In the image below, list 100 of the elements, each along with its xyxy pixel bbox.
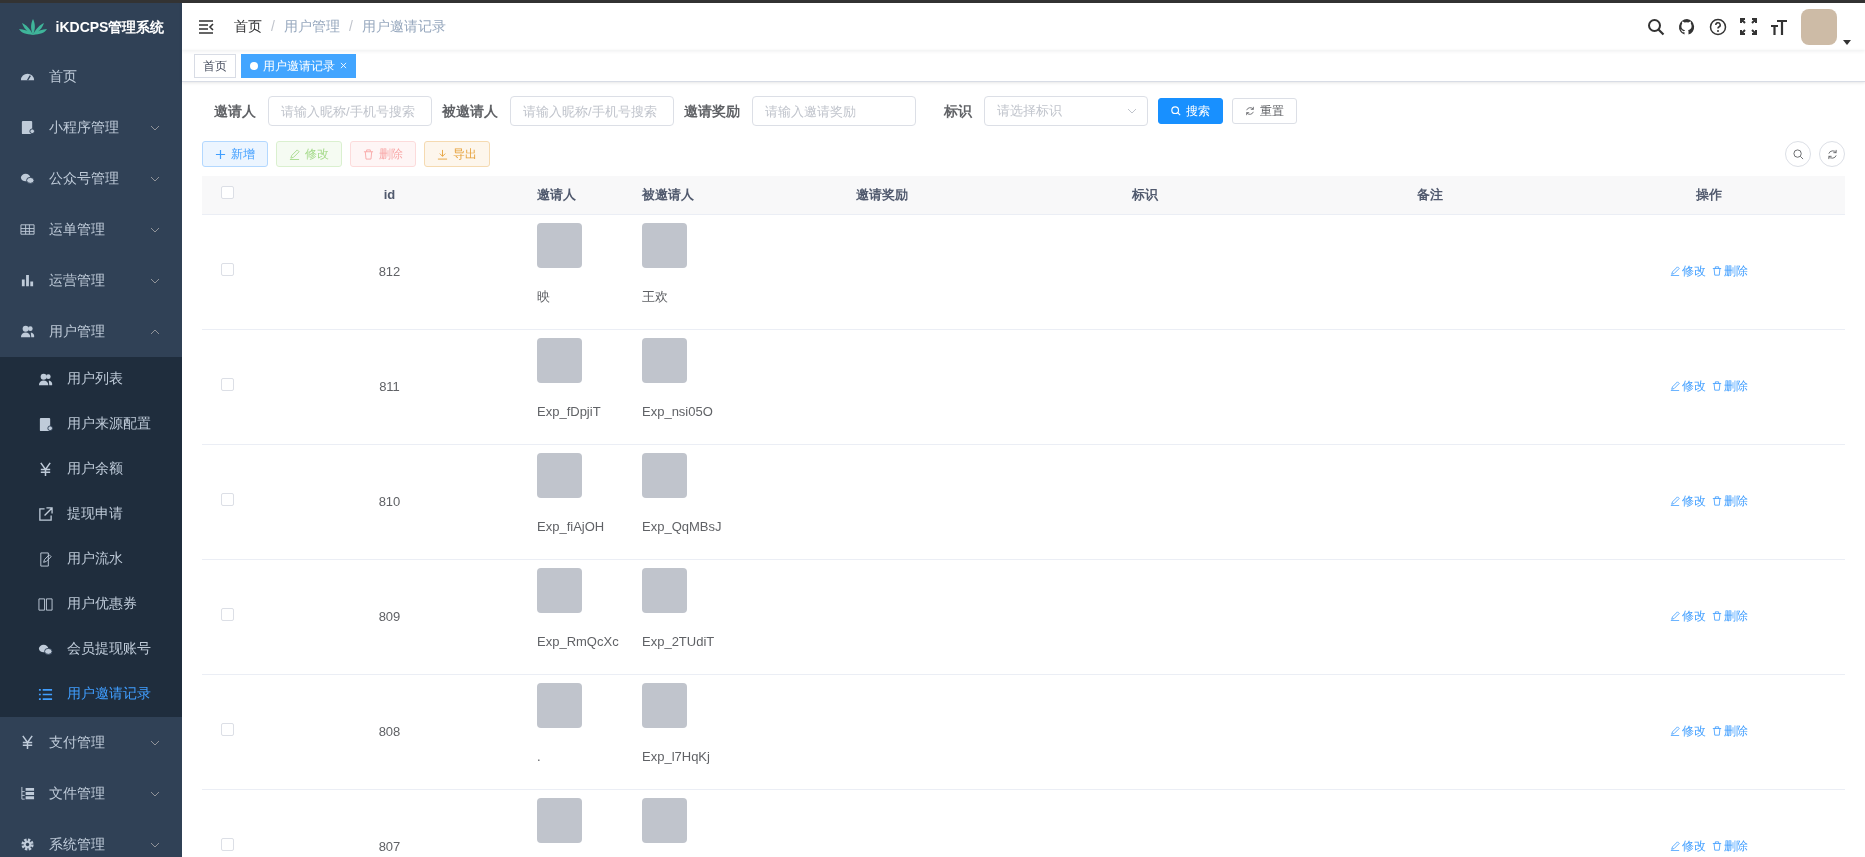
checkbox[interactable] — [220, 722, 234, 736]
menu-item[interactable]: 小程序管理 — [0, 102, 182, 153]
input-field[interactable]: 请输入邀请奖励 — [752, 96, 916, 126]
close-icon[interactable] — [340, 62, 347, 69]
menu-icon[interactable] — [198, 19, 214, 34]
search-icon — [1792, 148, 1804, 160]
reset-button[interactable]: 重置 — [1232, 98, 1297, 124]
users-icon — [20, 324, 35, 339]
edit-link[interactable]: 修改 — [1669, 836, 1706, 855]
search-button[interactable] — [1785, 141, 1811, 167]
menu-item[interactable]: 运营管理 — [0, 255, 182, 306]
edit-link[interactable]: 修改 — [1669, 721, 1706, 740]
breadcrumb-item: 用户邀请记录 — [361, 17, 446, 36]
tab[interactable]: 用户邀请记录 — [241, 53, 356, 78]
submenu-item[interactable]: 会员提现账号 — [0, 627, 182, 672]
pencil-icon — [1669, 380, 1680, 391]
submenu-item[interactable]: 用户余额 — [0, 447, 182, 492]
avatar-image — [537, 222, 582, 268]
trash-icon — [1711, 265, 1722, 276]
menu-item[interactable]: 首页 — [0, 51, 182, 102]
menu-item[interactable]: 公众号管理 — [0, 153, 182, 204]
field-label: 标识 — [944, 101, 972, 121]
submenu-item[interactable]: 用户列表 — [0, 357, 182, 402]
menu-item[interactable]: 文件管理 — [0, 768, 182, 819]
delete-link[interactable]: 删除 — [1711, 721, 1748, 740]
list-tree-icon — [20, 786, 35, 801]
pencil-icon — [289, 148, 300, 160]
checkbox[interactable] — [220, 492, 234, 506]
avatar-image — [642, 797, 687, 843]
text-size-icon[interactable] — [1770, 18, 1788, 35]
breadcrumb-item[interactable]: 首页 — [234, 16, 262, 37]
user-name: Exp_nsi05O — [642, 402, 714, 421]
yen-icon — [38, 462, 53, 477]
delete-link[interactable]: 删除 — [1711, 491, 1748, 510]
submenu-item[interactable]: 提现申请 — [0, 492, 182, 537]
breadcrumb-separator: / — [348, 17, 353, 36]
column-header: 邀请人 — [537, 187, 576, 202]
menu-item[interactable]: 支付管理 — [0, 717, 182, 768]
avatar-image — [537, 567, 582, 613]
add-button[interactable]: 新增 — [202, 141, 268, 167]
user-name: Exp_QqMBsJ — [642, 517, 723, 536]
avatar-image — [537, 682, 582, 728]
edit-link[interactable]: 修改 — [1669, 491, 1706, 510]
avatar-photo-placeholder[interactable] — [1801, 8, 1837, 45]
edit-link[interactable]: 修改 — [1669, 376, 1706, 395]
chevron-down-icon — [150, 175, 160, 182]
chevron-down-icon — [150, 226, 160, 233]
edit-link[interactable]: 修改 — [1669, 606, 1706, 625]
user-name: Exp_fDpjiT — [537, 402, 602, 421]
table-cell: 812 — [378, 263, 401, 279]
chevron-down-icon — [150, 841, 160, 848]
help-icon[interactable] — [1709, 17, 1727, 36]
trash-icon — [1711, 840, 1722, 851]
submenu-item[interactable]: 用户来源配置 — [0, 402, 182, 447]
delete-link[interactable]: 删除 — [1711, 261, 1748, 280]
app-title: iKDCPS管理系统 — [55, 17, 165, 37]
submenu-item[interactable]: 用户优惠券 — [0, 582, 182, 627]
menu-item[interactable]: 运单管理 — [0, 204, 182, 255]
refresh-button[interactable] — [1819, 141, 1845, 167]
user-name: 王欢 — [642, 287, 669, 306]
document-icon — [20, 120, 35, 135]
menu-item[interactable]: 系统管理 — [0, 819, 182, 857]
edit-link[interactable]: 修改 — [1669, 261, 1706, 280]
pencil-icon — [1669, 840, 1680, 851]
search-icon — [1171, 106, 1181, 116]
checkbox[interactable] — [220, 262, 234, 276]
input-field[interactable]: 请输入昵称/手机号搜索 — [510, 96, 674, 126]
table-cell: 807 — [378, 838, 401, 854]
submenu-item[interactable]: 用户流水 — [0, 537, 182, 582]
checkbox[interactable] — [220, 377, 234, 391]
gear-icon — [20, 837, 35, 852]
avatar-image — [642, 222, 687, 268]
refresh-icon — [1826, 148, 1838, 160]
delete-link[interactable]: 删除 — [1711, 836, 1748, 855]
column-header: 标识 — [1131, 187, 1158, 202]
search-icon[interactable] — [1647, 17, 1665, 36]
tab[interactable]: 首页 — [194, 53, 236, 78]
column-header: 邀请奖励 — [856, 187, 908, 202]
delete-link[interactable]: 删除 — [1711, 376, 1748, 395]
trash-icon — [1711, 725, 1722, 736]
submenu-item[interactable]: 用户邀请记录 — [0, 672, 182, 717]
delete-link[interactable]: 删除 — [1711, 606, 1748, 625]
input-field[interactable]: 请输入昵称/手机号搜索 — [268, 96, 432, 126]
checkbox[interactable] — [220, 607, 234, 621]
dot-icon — [250, 61, 258, 70]
checkbox[interactable] — [220, 837, 234, 851]
table-icon — [20, 222, 35, 237]
book-icon — [38, 597, 53, 612]
column-header: 备注 — [1416, 187, 1443, 202]
chevron-down-icon — [150, 739, 160, 746]
caret-icon[interactable] — [1843, 39, 1851, 45]
user-name: . — [537, 747, 542, 766]
checkbox[interactable] — [220, 186, 234, 199]
menu-item[interactable]: 用户管理 — [0, 306, 182, 357]
external-link-icon — [38, 507, 53, 522]
cat-icon[interactable] — [1678, 17, 1696, 36]
search-button[interactable]: 搜索 — [1158, 98, 1223, 124]
fullscreen-icon[interactable] — [1740, 18, 1757, 35]
avatar-image — [537, 452, 582, 498]
chevron-down-icon — [150, 124, 160, 131]
